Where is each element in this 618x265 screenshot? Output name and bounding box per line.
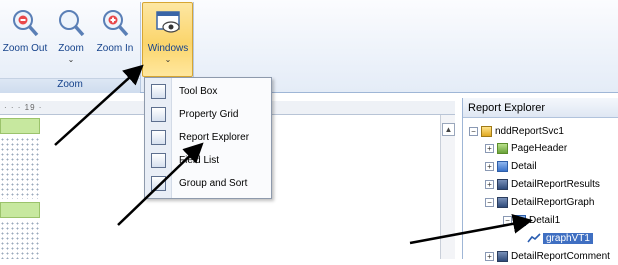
tree-node-root[interactable]: − nddReportSvc1 [469, 124, 564, 140]
zoom-in-icon [103, 10, 129, 37]
tree-node[interactable]: + DetailReportResults [485, 177, 600, 193]
chevron-down-icon: ⌄ [164, 55, 172, 64]
property-grid-icon [151, 107, 166, 122]
report-icon [481, 125, 492, 137]
menu-item-label: Tool Box [179, 86, 218, 97]
menu-item-tool-box[interactable]: Tool Box [145, 80, 271, 103]
ribbon: Zoom Out Zoom ⌄ Zoom In Zoom Windows ⌄ [0, 0, 618, 93]
zoom-in-label: Zoom In [96, 43, 134, 54]
zoom-in-button[interactable]: Zoom In [93, 8, 137, 76]
windows-dropdown-menu: Tool Box Property Grid Report Explorer F… [144, 77, 272, 199]
tree-node-label: graphVT1 [543, 233, 593, 244]
windows-label: Windows [147, 43, 189, 54]
tree-node-label: Detail [511, 161, 537, 172]
band-icon [515, 214, 526, 226]
menu-item-field-list[interactable]: Field List [145, 149, 271, 172]
expand-icon[interactable]: + [485, 161, 494, 171]
menu-item-label: Property Grid [179, 109, 239, 120]
vertical-scrollbar[interactable]: ▲ [440, 115, 455, 259]
band-header[interactable] [0, 202, 40, 218]
ribbon-group-label: Zoom [0, 78, 140, 93]
windows-button[interactable]: Windows ⌄ [144, 8, 192, 76]
menu-item-group-and-sort[interactable]: Group and Sort [145, 172, 271, 195]
tree-node-label: DetailReportComment [511, 251, 610, 262]
graph-icon [527, 233, 541, 243]
group-sort-icon [151, 176, 166, 191]
menu-item-report-explorer[interactable]: Report Explorer [145, 126, 271, 149]
tree-node[interactable]: + Detail [485, 159, 537, 175]
field-list-icon [151, 153, 166, 168]
scroll-up-button[interactable]: ▲ [442, 123, 455, 136]
band-icon [497, 160, 508, 172]
tree-node-selected[interactable]: graphVT1 [527, 231, 593, 247]
band-grid [0, 137, 40, 199]
detail-report-icon [497, 250, 508, 262]
tree-node-label: PageHeader [511, 143, 568, 154]
zoom-icon [59, 10, 85, 37]
collapse-icon[interactable]: − [485, 197, 494, 207]
zoom-out-label: Zoom Out [2, 43, 48, 54]
ribbon-group-divider [140, 2, 141, 92]
chevron-down-icon: ⌄ [67, 55, 75, 64]
tree-node-label: Detail1 [529, 215, 561, 226]
report-explorer-title: Report Explorer [463, 98, 618, 118]
zoom-label: Zoom [58, 43, 84, 54]
band-grid [0, 221, 40, 259]
tree-node[interactable]: − DetailReportGraph [485, 195, 594, 211]
tree-node[interactable]: − Detail1 [503, 213, 560, 229]
menu-item-property-grid[interactable]: Property Grid [145, 103, 271, 126]
zoom-out-button[interactable]: Zoom Out [2, 8, 48, 76]
tree-node[interactable]: + PageHeader [485, 141, 567, 157]
zoom-dropdown-button[interactable]: Zoom ⌄ [54, 8, 88, 76]
collapse-icon[interactable]: − [469, 126, 478, 136]
windows-icon [156, 11, 180, 33]
tree-node-label: DetailReportResults [511, 179, 600, 190]
band-header[interactable] [0, 118, 40, 134]
zoom-out-icon [13, 10, 39, 37]
report-explorer-panel: Report Explorer − nddReportSvc1 + PageHead… [462, 98, 618, 262]
detail-report-icon [497, 178, 508, 190]
menu-item-label: Field List [179, 155, 220, 166]
tree-node[interactable]: + DetailReportComment [485, 249, 610, 265]
band-icon [497, 142, 508, 154]
toolbox-icon [151, 84, 166, 99]
tree-node-label: nddReportSvc1 [495, 126, 564, 137]
expand-icon[interactable]: + [485, 251, 494, 261]
expand-icon[interactable]: + [485, 143, 494, 153]
menu-item-label: Report Explorer [179, 132, 250, 143]
collapse-icon[interactable]: − [503, 215, 512, 225]
detail-report-icon [497, 196, 508, 208]
expand-icon[interactable]: + [485, 179, 494, 189]
tree-node-label: DetailReportGraph [511, 197, 595, 208]
report-explorer-icon [151, 130, 166, 145]
menu-item-label: Group and Sort [179, 178, 248, 189]
